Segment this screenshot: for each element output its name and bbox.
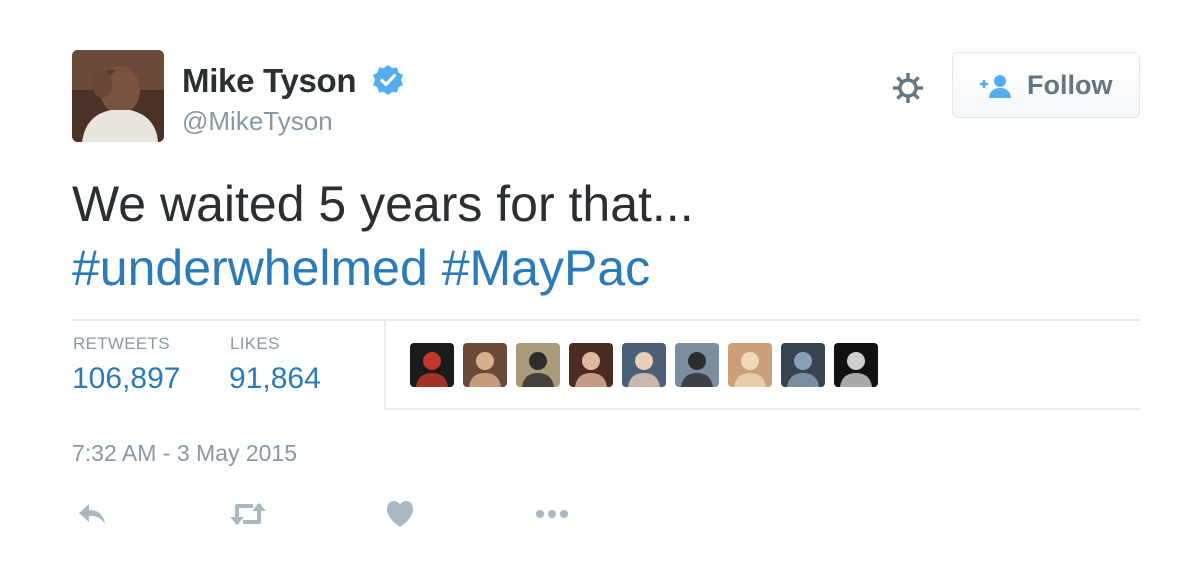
- liker-avatar-6[interactable]: [675, 343, 719, 387]
- liker-avatar-1[interactable]: [410, 343, 454, 387]
- liker-avatar-7[interactable]: [728, 343, 772, 387]
- add-user-icon: [980, 75, 1011, 98]
- tweet-body: We waited 5 years for that...: [72, 176, 694, 232]
- retweets-count[interactable]: 106,897: [72, 362, 180, 396]
- stats-bottom-divider: [384, 408, 1140, 410]
- liker-avatar-8[interactable]: [781, 343, 825, 387]
- follow-label: Follow: [1027, 70, 1113, 100]
- liker-avatar-4[interactable]: [569, 343, 613, 387]
- stats-top-divider: [72, 319, 1140, 321]
- gear-icon[interactable]: [890, 70, 926, 106]
- follow-button[interactable]: Follow: [952, 52, 1140, 118]
- avatar[interactable]: [72, 50, 164, 142]
- likes-label: LIKES: [230, 334, 280, 353]
- stats-vertical-divider: [384, 321, 386, 409]
- liker-avatar-9[interactable]: [834, 343, 878, 387]
- display-name[interactable]: Mike Tyson: [182, 62, 357, 100]
- retweets-label: RETWEETS: [73, 334, 170, 353]
- tweet-hashtags: #underwhelmed #MayPac: [72, 236, 1132, 300]
- liker-avatar-2[interactable]: [463, 343, 507, 387]
- hashtag-link[interactable]: #underwhelmed: [72, 240, 428, 296]
- tweet-timestamp[interactable]: 7:32 AM - 3 May 2015: [72, 440, 297, 467]
- liker-avatars: [410, 343, 878, 387]
- tweet-card: Mike Tyson @MikeTyson Follow We waited 5…: [0, 0, 1200, 562]
- tweet-text: We waited 5 years for that... #underwhel…: [72, 172, 1132, 300]
- liker-avatar-5[interactable]: [622, 343, 666, 387]
- user-handle[interactable]: @MikeTyson: [182, 106, 333, 137]
- hashtag-link[interactable]: #MayPac: [442, 240, 650, 296]
- liker-avatar-3[interactable]: [516, 343, 560, 387]
- more-icon[interactable]: [532, 498, 572, 530]
- verified-badge-icon: [373, 65, 403, 95]
- reply-icon[interactable]: [76, 498, 108, 530]
- like-icon[interactable]: [384, 498, 416, 530]
- retweet-icon[interactable]: [228, 498, 268, 530]
- likes-count[interactable]: 91,864: [229, 362, 321, 396]
